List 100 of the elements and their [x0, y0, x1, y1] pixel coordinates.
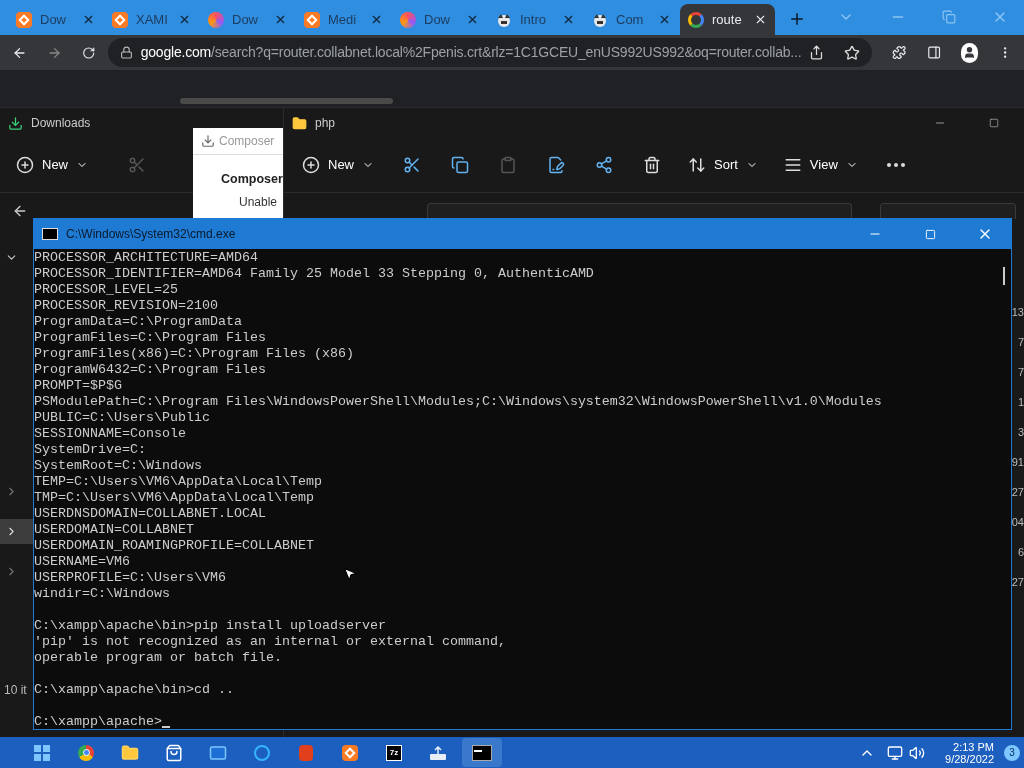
- file-size-text: 04: [1012, 515, 1024, 530]
- store-icon: [165, 743, 183, 762]
- browser-logo-icon: [400, 11, 416, 28]
- copy-icon: [451, 156, 469, 174]
- xampp-icon: [16, 11, 32, 28]
- taskbar-button[interactable]: 7z: [374, 738, 414, 767]
- console-line: SystemDrive=C:: [34, 442, 146, 458]
- folder-icon: [292, 115, 307, 131]
- sort-icon: [688, 156, 706, 174]
- office-icon: [299, 744, 313, 761]
- share-icon[interactable]: [809, 45, 825, 60]
- tab-title: route: [712, 10, 742, 29]
- url-text: google.com/search?q=router.collabnet.local%2Fpenis.crt&rlz=1C1GCEU_enUS992US992&oq=router.collab...: [140, 43, 802, 62]
- notification-badge[interactable]: 3: [1004, 744, 1020, 761]
- tab-title: Com: [616, 10, 644, 29]
- xampp-icon: [304, 11, 320, 28]
- console-line: 'pip' is not recognized as an internal or external command,: [34, 634, 506, 650]
- clock-date: 9/28/2022: [945, 752, 994, 765]
- close-icon[interactable]: [466, 13, 479, 26]
- share-icon: [595, 156, 613, 174]
- console-line: PROMPT=$P$G: [34, 378, 122, 394]
- extensions-icon[interactable]: [892, 44, 907, 61]
- file-size-text: 13: [1012, 305, 1024, 320]
- dialog-heading: Composer: [220, 171, 283, 188]
- scrollbar-thumb[interactable]: [180, 98, 393, 104]
- console-line: USERDOMAIN=COLLABNET: [34, 522, 194, 538]
- side-panel-icon[interactable]: [926, 44, 941, 61]
- mouse-pointer-icon: [342, 566, 358, 582]
- close-icon[interactable]: [274, 13, 287, 26]
- console-line: PSModulePath=C:\Program Files\WindowsPowerShell\Modules;C:\Windows\system32\WindowsPowerShell\v1.0\Modules: [34, 394, 882, 410]
- console-line: USERDOMAIN_ROAMINGPROFILE=COLLABNET: [34, 538, 314, 554]
- console-line: C:\xampp\apache\bin>pip install uploadserver: [34, 618, 386, 634]
- download-icon: [8, 115, 23, 131]
- window-title: C:\Windows\System32\cmd.exe: [66, 226, 236, 243]
- browser-logo-icon: [78, 744, 94, 761]
- new-button[interactable]: New: [16, 155, 88, 175]
- browser-logo-icon: [208, 11, 224, 28]
- profile-icon[interactable]: [960, 42, 978, 63]
- browser-tab[interactable]: route: [680, 4, 775, 35]
- console-line: ProgramFiles=C:\Program Files: [34, 330, 266, 346]
- google-logo-icon: [688, 11, 704, 28]
- maximize-icon[interactable]: [989, 118, 999, 128]
- network-icon[interactable]: [887, 744, 904, 761]
- toolbar-menu-button[interactable]: Sort: [688, 155, 758, 175]
- close-icon[interactable]: [370, 13, 383, 26]
- tab-title: Intro: [520, 10, 546, 29]
- search-field[interactable]: [880, 203, 1016, 219]
- download-icon: [201, 134, 215, 148]
- console-line: TEMP=C:\Users\VM6\AppData\Local\Temp: [34, 474, 322, 490]
- console-line: operable program or batch file.: [34, 650, 282, 666]
- close-icon[interactable]: [754, 13, 767, 26]
- window-title: php: [315, 115, 336, 132]
- console-line: PROCESSOR_REVISION=2100: [34, 298, 218, 314]
- close-icon[interactable]: [658, 13, 671, 26]
- taskbar-button[interactable]: [462, 738, 502, 767]
- text-cursor: [162, 726, 170, 728]
- folder-icon: [121, 743, 139, 762]
- xampp-icon: [342, 744, 358, 761]
- tab-title: Dow: [232, 10, 258, 29]
- close-icon[interactable]: [178, 13, 191, 26]
- close-icon[interactable]: [82, 13, 95, 26]
- close-icon[interactable]: [562, 13, 575, 26]
- file-size-text: 27: [1012, 575, 1024, 590]
- list-icon: [783, 156, 802, 174]
- file-size-text: 7: [1017, 365, 1024, 380]
- console-line: C:\xampp\apache\bin>cd ..: [34, 682, 234, 698]
- file-size-text: 27: [1012, 485, 1024, 500]
- console-line: PUBLIC=C:\Users\Public: [34, 410, 210, 426]
- dialog-title: Composer: [219, 133, 275, 150]
- console-line: TMP=C:\Users\VM6\AppData\Local\Temp: [34, 490, 314, 506]
- network-device-icon: [429, 744, 447, 761]
- file-size-text: 1: [1017, 395, 1024, 410]
- window-title: Downloads: [31, 115, 91, 132]
- add-icon: [16, 156, 34, 174]
- console-line: windir=C:\Windows: [34, 586, 170, 602]
- clock-time: 2:13 PM: [953, 740, 994, 753]
- terminal-icon: [472, 744, 492, 761]
- new-tab-icon[interactable]: [788, 10, 806, 28]
- address-bar[interactable]: google.com/search?q=router.collabnet.local%2Fpenis.crt&rlz=1C1GCEU_enUS992US992&oq=router.collab...: [107, 38, 873, 67]
- console-line: SESSIONNAME=Console: [34, 426, 186, 442]
- add-icon: [302, 156, 320, 174]
- tab-title: Dow: [40, 10, 66, 29]
- windows-logo-icon: [34, 744, 50, 761]
- address-field[interactable]: [427, 203, 852, 219]
- toolbar-menu-button[interactable]: View: [783, 155, 858, 175]
- dialog-text: Unable: [238, 193, 279, 211]
- trash-icon: [643, 156, 661, 174]
- console-line: ProgramData=C:\ProgramData: [34, 314, 242, 330]
- console-line: ProgramW6432=C:\Program Files: [34, 362, 266, 378]
- file-size-text: 6: [1017, 545, 1024, 560]
- xampp-icon: [112, 11, 128, 28]
- back-icon[interactable]: [12, 203, 28, 219]
- file-size-text: 3: [1017, 425, 1024, 440]
- bookmark-icon[interactable]: [844, 44, 861, 61]
- toolbar-menu-button[interactable]: New: [302, 155, 374, 175]
- volume-icon[interactable]: [909, 744, 926, 761]
- scissors-icon: [128, 156, 146, 174]
- more-icon: [886, 163, 905, 167]
- tab-title: Dow: [424, 10, 450, 29]
- reload-icon[interactable]: [82, 44, 96, 61]
